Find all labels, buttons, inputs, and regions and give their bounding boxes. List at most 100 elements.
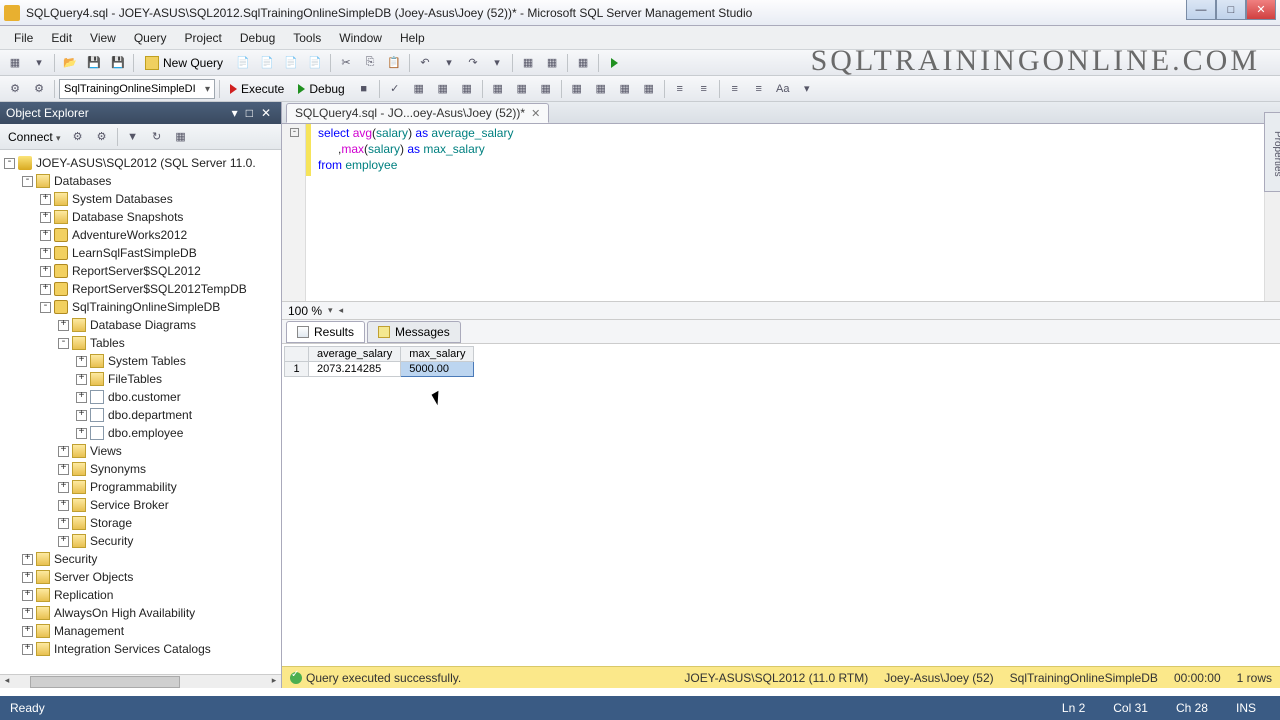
result-row[interactable]: 1 2073.214285 5000.00 — [285, 362, 474, 377]
indent-icon[interactable]: ≡ — [669, 78, 691, 100]
expand-icon[interactable]: + — [58, 320, 69, 331]
connect-button[interactable]: Connect ▾ — [4, 128, 65, 146]
expand-icon[interactable]: + — [22, 554, 33, 565]
redo-icon[interactable]: ↷ — [462, 52, 484, 74]
continue-icon[interactable] — [603, 52, 625, 74]
expand-icon[interactable]: + — [40, 212, 51, 223]
toolbar-icon[interactable]: ▦ — [572, 52, 594, 74]
dropdown-icon[interactable]: ▾ — [28, 52, 50, 74]
disconnect-icon[interactable]: ⚙ — [91, 126, 113, 148]
tree-node[interactable]: +Synonyms — [0, 460, 281, 478]
menu-tools[interactable]: Tools — [285, 29, 329, 47]
toolbar-icon[interactable]: 📄 — [304, 52, 326, 74]
menu-project[interactable]: Project — [177, 29, 230, 47]
expand-icon[interactable]: + — [76, 428, 87, 439]
column-header[interactable]: max_salary — [401, 347, 474, 362]
tree-node[interactable]: +FileTables — [0, 370, 281, 388]
tree-node[interactable]: +Management — [0, 622, 281, 640]
tree-node[interactable]: +Integration Services Catalogs — [0, 640, 281, 658]
tree-node[interactable]: +Views — [0, 442, 281, 460]
undo-dropdown-icon[interactable]: ▾ — [438, 52, 460, 74]
expand-icon[interactable]: + — [58, 464, 69, 475]
menu-query[interactable]: Query — [126, 29, 175, 47]
expand-icon[interactable]: + — [22, 572, 33, 583]
messages-tab[interactable]: Messages — [367, 321, 461, 343]
expand-icon[interactable]: + — [76, 410, 87, 421]
menu-debug[interactable]: Debug — [232, 29, 283, 47]
toolbar-icon[interactable]: ▦ — [614, 78, 636, 100]
comment-icon[interactable]: ≡ — [724, 78, 746, 100]
tree-node[interactable]: +LearnSqlFastSimpleDB — [0, 244, 281, 262]
toolbar-icon[interactable]: ▦ — [432, 78, 454, 100]
tree-node[interactable]: +Security — [0, 550, 281, 568]
paste-icon[interactable]: 📋 — [383, 52, 405, 74]
sql-editor[interactable]: - select avg(salary) as average_salary ,… — [282, 124, 1280, 302]
toolbar-icon[interactable]: ▦ — [541, 52, 563, 74]
minimize-button[interactable]: — — [1186, 0, 1216, 20]
toolbar-icon[interactable]: ▦ — [408, 78, 430, 100]
autohide-icon[interactable]: □ — [242, 106, 257, 120]
cut-icon[interactable]: ✂ — [335, 52, 357, 74]
expand-icon[interactable]: + — [22, 608, 33, 619]
tree-node[interactable]: +Storage — [0, 514, 281, 532]
tree-node[interactable]: +System Tables — [0, 352, 281, 370]
toolbar-icon[interactable]: ▦ — [590, 78, 612, 100]
scroll-right-icon[interactable]: ▸ — [267, 675, 281, 689]
toolbar-icon[interactable]: 📄 — [256, 52, 278, 74]
copy-icon[interactable]: ⎘ — [359, 52, 381, 74]
results-grid[interactable]: average_salary max_salary 1 2073.214285 … — [282, 344, 1280, 666]
tree-server-node[interactable]: - JOEY-ASUS\SQL2012 (SQL Server 11.0. — [0, 154, 281, 172]
toolbar-dropdown-icon[interactable]: ▾ — [796, 78, 818, 100]
tree-node[interactable]: +Security — [0, 532, 281, 550]
filter-icon[interactable]: ▼ — [122, 126, 144, 148]
tree-node[interactable]: -Tables — [0, 334, 281, 352]
cell-max-salary[interactable]: 5000.00 — [401, 362, 474, 377]
tree-node[interactable]: +AdventureWorks2012 — [0, 226, 281, 244]
menu-view[interactable]: View — [82, 29, 124, 47]
tree-node[interactable]: +Server Objects — [0, 568, 281, 586]
connect-icon[interactable]: ⚙ — [67, 126, 89, 148]
expand-icon[interactable]: + — [40, 194, 51, 205]
expand-icon[interactable]: - — [22, 176, 33, 187]
scroll-thumb[interactable] — [30, 676, 180, 688]
sql-line[interactable]: ,max(salary) as max_salary — [318, 142, 485, 156]
parse-icon[interactable]: ✓ — [384, 78, 406, 100]
debug-button[interactable]: Debug — [292, 80, 350, 98]
column-header[interactable]: average_salary — [309, 347, 401, 362]
expand-icon[interactable]: - — [40, 302, 51, 313]
new-query-button[interactable]: New Query — [138, 53, 230, 73]
expand-icon[interactable]: + — [40, 248, 51, 259]
expand-icon[interactable]: + — [22, 644, 33, 655]
tree-node[interactable]: +dbo.department — [0, 406, 281, 424]
tree-node[interactable]: +Programmability — [0, 478, 281, 496]
expand-icon[interactable]: + — [40, 230, 51, 241]
toolbar-icon[interactable]: ⚙ — [4, 78, 26, 100]
save-all-icon[interactable]: 💾 — [107, 52, 129, 74]
collapse-icon[interactable]: - — [290, 128, 299, 137]
toolbar-icon[interactable]: ▦ — [170, 126, 192, 148]
expand-icon[interactable]: + — [58, 518, 69, 529]
tree-node[interactable]: +Replication — [0, 586, 281, 604]
expand-icon[interactable]: + — [58, 500, 69, 511]
toolbar-icon[interactable]: ▦ — [535, 78, 557, 100]
editor-tab[interactable]: SQLQuery4.sql - JO...oey-Asus\Joey (52))… — [286, 103, 549, 123]
tree-node[interactable]: +Database Diagrams — [0, 316, 281, 334]
outdent-icon[interactable]: ≡ — [693, 78, 715, 100]
expand-icon[interactable]: + — [76, 356, 87, 367]
expand-icon[interactable]: + — [58, 482, 69, 493]
toolbar-icon[interactable]: ⚙ — [28, 78, 50, 100]
expand-icon[interactable]: + — [40, 284, 51, 295]
tree-node[interactable]: +Database Snapshots — [0, 208, 281, 226]
tree-node[interactable]: +System Databases — [0, 190, 281, 208]
menu-help[interactable]: Help — [392, 29, 433, 47]
tree-node[interactable]: +dbo.customer — [0, 388, 281, 406]
close-panel-icon[interactable]: ✕ — [257, 106, 275, 120]
expand-icon[interactable]: + — [58, 536, 69, 547]
database-selector[interactable]: SqlTrainingOnlineSimpleDI — [59, 79, 215, 99]
pin-icon[interactable]: ▾ — [228, 106, 242, 120]
tree-node[interactable]: +ReportServer$SQL2012 — [0, 262, 281, 280]
sql-line[interactable]: from employee — [318, 158, 397, 172]
expand-icon[interactable]: + — [22, 590, 33, 601]
zoom-dropdown-icon[interactable]: ▾ — [328, 305, 333, 316]
toolbar-icon[interactable]: 📄 — [232, 52, 254, 74]
